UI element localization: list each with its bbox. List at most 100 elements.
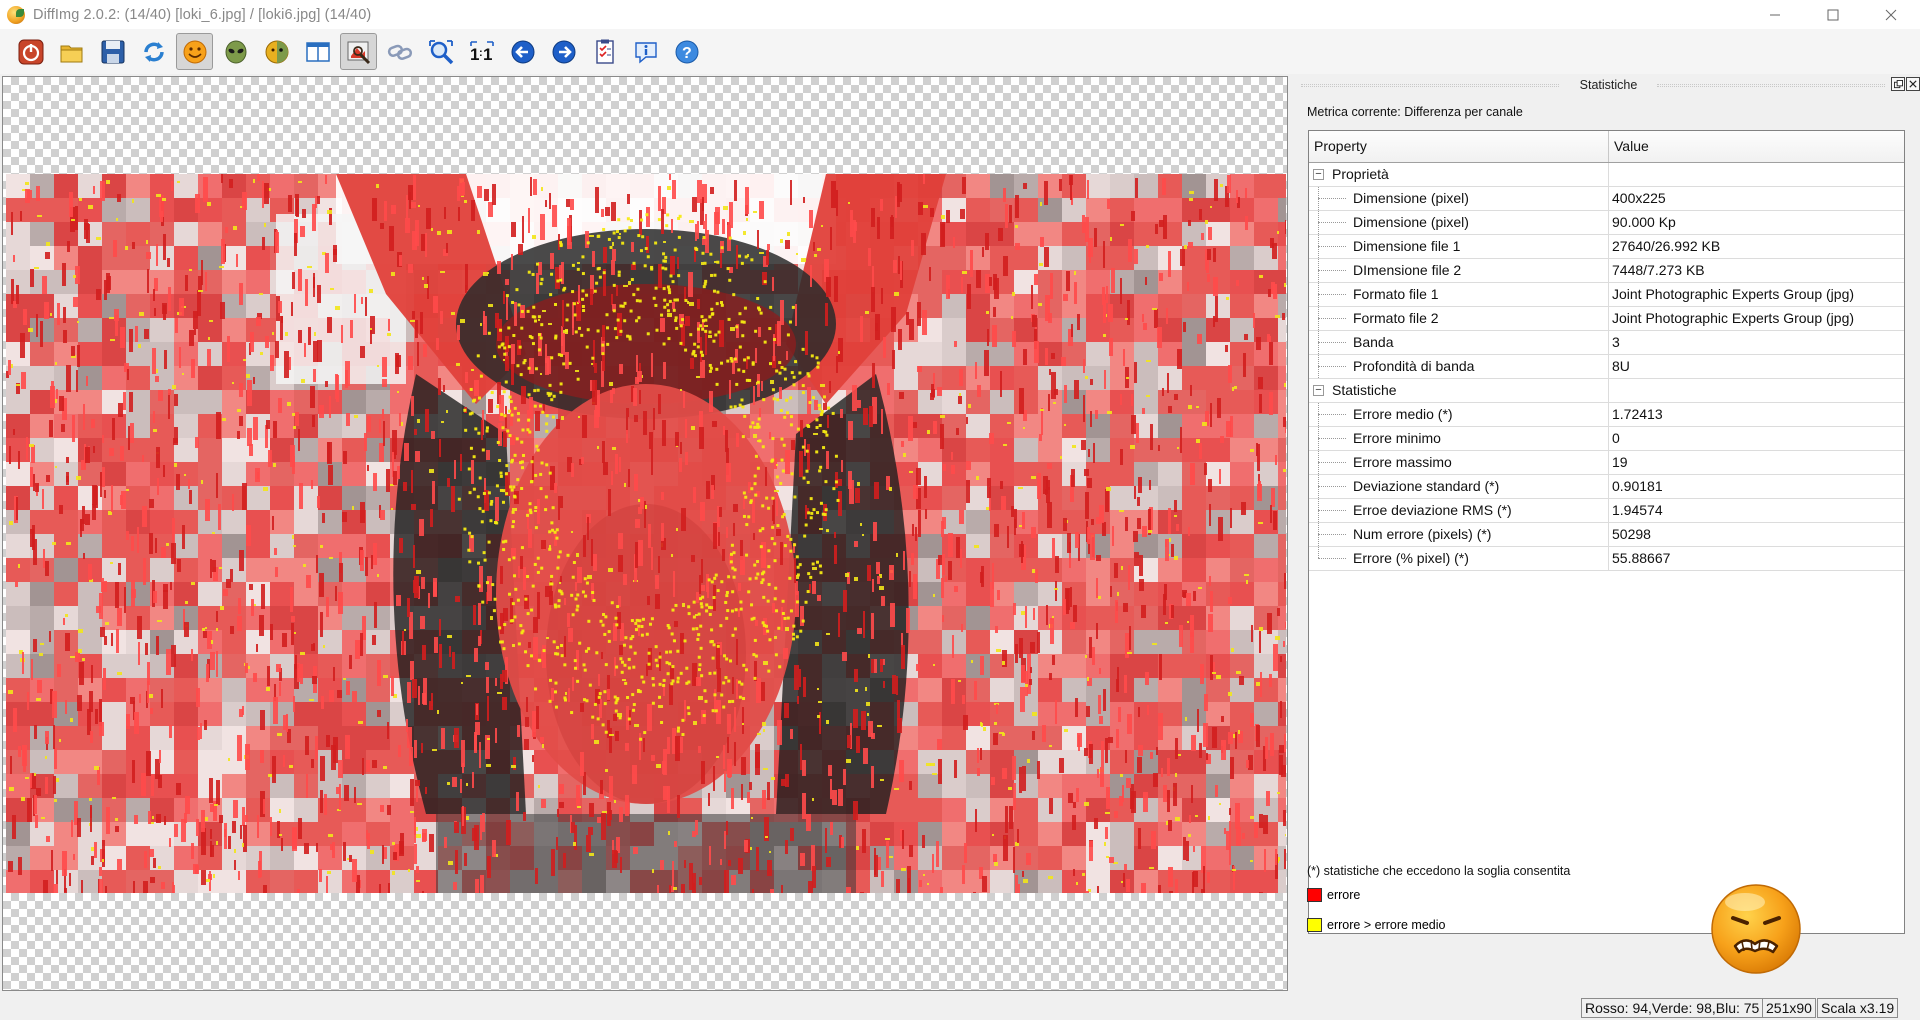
table-row[interactable]: Errore medio (*) 1.72413	[1309, 403, 1904, 427]
property-cell: Errore minimo	[1309, 427, 1609, 450]
dock-close-button[interactable]	[1906, 77, 1920, 91]
link-button[interactable]	[381, 33, 418, 70]
open-folder-button[interactable]	[53, 33, 90, 70]
collapse-toggle-icon[interactable]: −	[1313, 385, 1324, 396]
table-row[interactable]: DImensione file 2 7448/7.273 KB	[1309, 259, 1904, 283]
float-window-icon	[1893, 79, 1903, 88]
legend-swatch-error-above-mean	[1307, 918, 1322, 932]
property-cell: Formato file 2	[1309, 307, 1609, 330]
property-name: Dimensione (pixel)	[1353, 214, 1469, 230]
previous-button[interactable]	[504, 33, 541, 70]
table-group-row[interactable]: − Proprietà	[1309, 163, 1904, 187]
tree-branch-line	[1318, 510, 1346, 511]
tree-branch-line	[1318, 486, 1346, 487]
statistics-property-table[interactable]: Property Value − Proprietà Dimensione (pix…	[1308, 130, 1905, 934]
table-row[interactable]: Errore massimo 19	[1309, 451, 1904, 475]
image1-view-button[interactable]	[176, 33, 213, 70]
property-name: Dimensione file 1	[1353, 238, 1461, 254]
preferences-button[interactable]	[586, 33, 623, 70]
zoom-fit-button[interactable]	[422, 33, 459, 70]
table-row[interactable]: Profondità di banda 8U	[1309, 355, 1904, 379]
property-name: Formato file 1	[1353, 286, 1439, 302]
property-value: 19	[1612, 454, 1628, 470]
difference-mask-overlay	[6, 174, 1286, 893]
collapse-toggle-icon[interactable]: −	[1313, 169, 1324, 180]
tree-branch-line	[1318, 342, 1346, 343]
arrow-right-icon	[552, 40, 575, 63]
table-row[interactable]: Banda 3	[1309, 331, 1904, 355]
open-folder-icon	[60, 45, 82, 62]
save-button[interactable]	[94, 33, 131, 70]
property-name: Erroe deviazione RMS (*)	[1353, 502, 1512, 518]
next-button[interactable]	[545, 33, 582, 70]
table-row[interactable]: Formato file 1 Joint Photographic Experts…	[1309, 283, 1904, 307]
property-name: Deviazione standard (*)	[1353, 478, 1500, 494]
property-cell: Dimensione (pixel)	[1309, 211, 1609, 234]
table-row[interactable]: Errore (% pixel) (*) 55.88667	[1309, 547, 1904, 571]
svg-text:?: ?	[682, 45, 692, 62]
image2-view-button[interactable]	[217, 33, 254, 70]
table-row[interactable]: Formato file 2 Joint Photographic Experts…	[1309, 307, 1904, 331]
difference-mask-icon	[347, 41, 370, 64]
group-value-cell	[1609, 163, 1904, 186]
property-cell: Formato file 1	[1309, 283, 1609, 306]
statistics-dock: Statistiche Metrica corrente: Differenza…	[1297, 76, 1920, 996]
tree-branch-line	[1318, 222, 1346, 223]
tree-branch-line	[1318, 414, 1346, 415]
tree-branch-line	[1318, 534, 1346, 535]
difference-image[interactable]	[6, 174, 1286, 893]
group-label: Statistiche	[1332, 382, 1397, 398]
property-cell: Errore (% pixel) (*)	[1309, 547, 1609, 570]
maximize-button[interactable]	[1804, 0, 1862, 29]
table-group-row[interactable]: − Statistiche	[1309, 379, 1904, 403]
refresh-button[interactable]	[135, 33, 172, 70]
dock-float-button[interactable]	[1891, 77, 1905, 91]
status-scale: Scala x3.19	[1817, 998, 1899, 1018]
difference-mask-button[interactable]	[340, 33, 377, 70]
image-viewport[interactable]	[2, 76, 1288, 991]
table-row[interactable]: Num errore (pixels) (*) 50298	[1309, 523, 1904, 547]
dock-title-buttons	[1891, 77, 1920, 91]
zoom-1to1-button[interactable]: 1 : 1	[463, 33, 500, 70]
legend-error: errore	[1307, 888, 1360, 902]
table-header: Property Value	[1309, 131, 1904, 163]
dock-splitter[interactable]	[1291, 76, 1295, 991]
title-bar: DiffImg 2.0.2: (14/40) [loki_6.jpg] / [l…	[0, 0, 1920, 29]
property-value: 90.000 Kp	[1612, 214, 1676, 230]
property-value: 0	[1612, 430, 1620, 446]
property-name: Profondità di banda	[1353, 358, 1475, 374]
info-button[interactable]	[627, 33, 664, 70]
property-cell: Banda	[1309, 331, 1609, 354]
column-header-property[interactable]: Property	[1309, 131, 1609, 162]
table-row[interactable]: Deviazione standard (*) 0.90181	[1309, 475, 1904, 499]
dual-panel-icon	[305, 41, 330, 62]
close-button[interactable]	[1862, 0, 1920, 29]
maximize-icon	[1827, 9, 1839, 20]
difference-view-button[interactable]	[258, 33, 295, 70]
property-value: 50298	[1612, 526, 1651, 542]
property-value: 55.88667	[1612, 550, 1671, 566]
table-row[interactable]: Dimensione (pixel) 90.000 Kp	[1309, 211, 1904, 235]
property-name: DImensione file 2	[1353, 262, 1462, 278]
property-cell: Num errore (pixels) (*)	[1309, 523, 1609, 546]
legend-error-above-mean: errore > errore medio	[1307, 918, 1445, 932]
help-button[interactable]: ?	[668, 33, 705, 70]
application-window: DiffImg 2.0.2: (14/40) [loki_6.jpg] / [l…	[0, 0, 1920, 1020]
table-row[interactable]: Errore minimo 0	[1309, 427, 1904, 451]
property-value: 3	[1612, 334, 1620, 350]
minimize-button[interactable]	[1746, 0, 1804, 29]
dock-title-grip-right	[1657, 84, 1885, 87]
table-row[interactable]: Dimensione (pixel) 400x225	[1309, 187, 1904, 211]
column-header-value[interactable]: Value	[1609, 131, 1904, 162]
table-row[interactable]: Dimensione file 1 27640/26.992 KB	[1309, 235, 1904, 259]
alien-face-icon	[225, 40, 246, 63]
info-icon	[634, 41, 657, 63]
property-name: Formato file 2	[1353, 310, 1439, 326]
arrow-left-icon	[511, 40, 534, 63]
quit-button[interactable]	[12, 33, 49, 70]
zoom-fit-icon	[428, 39, 453, 64]
tree-branch-line	[1318, 438, 1346, 439]
table-row[interactable]: Erroe deviazione RMS (*) 1.94574	[1309, 499, 1904, 523]
tree-guide-line	[1318, 547, 1319, 558]
dual-panel-button[interactable]	[299, 33, 336, 70]
